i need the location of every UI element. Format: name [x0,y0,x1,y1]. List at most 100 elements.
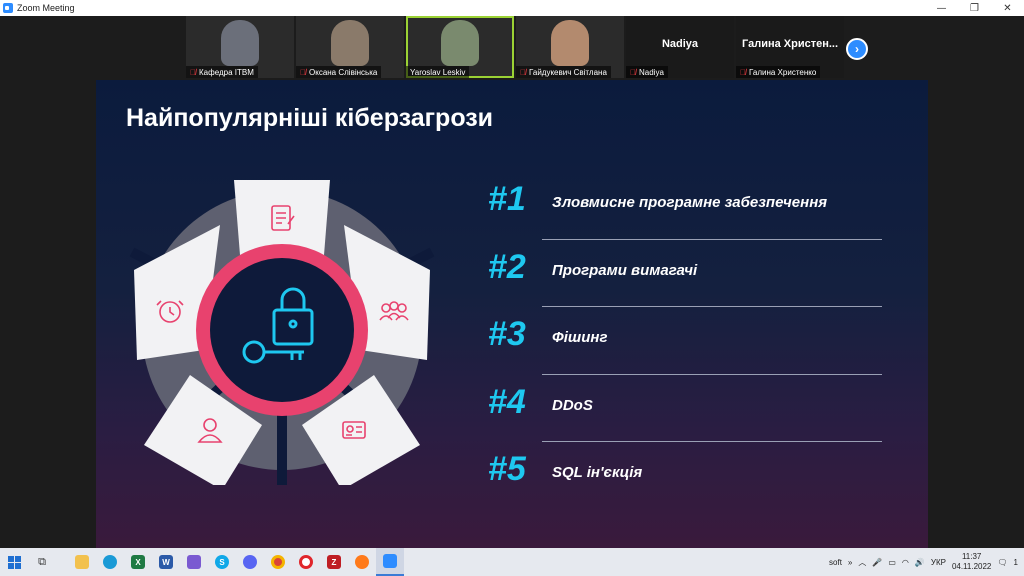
participant-display-name: Nadiya [661,38,699,50]
participant-name-bar: 🎙̸ Nadiya [626,66,668,78]
threat-label: Фішинг [552,329,608,346]
threat-list: #1 Зловмисне програмне забезпечення #2 П… [488,172,888,510]
threat-rank: #5 [488,450,526,488]
window-title: Zoom Meeting [17,3,75,13]
clock-date: 04.11.2022 [951,562,992,571]
folder-icon [75,555,89,569]
discord-icon [243,555,257,569]
slide-title: Найпопулярніші кіберзагрози [126,104,494,132]
close-button[interactable]: ✕ [991,0,1024,16]
participant-name-bar: Yaroslav Leskiv [406,66,470,78]
firefox-button[interactable] [348,548,376,576]
excel-icon: X [131,555,145,569]
minimize-button[interactable]: — [925,0,958,16]
mic-muted-icon: 🎙̸ [300,67,306,77]
threat-rank: #1 [488,180,526,218]
tray-label[interactable]: soft [829,558,842,567]
clock[interactable]: 11:37 04.11.2022 [952,552,991,572]
store-icon [187,555,201,569]
participant-video [331,20,369,66]
chrome-button[interactable] [264,548,292,576]
meeting-stage: 🎙̸ Кафедра ІТВМ 🎙̸ Оксана Слівінська Yar… [0,16,1024,548]
task-view-icon: ⧉ [38,555,46,568]
mic-muted-icon: 🎙̸ [520,67,526,77]
threat-item: #5 SQL ін'єкція [488,442,888,510]
opera-button[interactable] [292,548,320,576]
shared-slide: Найпопулярніші кіберзагрози #1 Зловмисне… [96,80,928,548]
zoom-app-icon [3,3,13,13]
start-button[interactable] [0,548,28,576]
participant-name-bar: 🎙̸ Кафедра ІТВМ [186,66,258,78]
participant-name: Гайдукевич Світлана [529,67,607,77]
restore-button[interactable]: ❐ [958,0,991,16]
clock-time: 11:37 [961,552,982,561]
participant-name: Кафедра ІТВМ [199,67,254,77]
battery-icon[interactable]: ▭ [888,558,896,567]
word-icon: W [159,555,173,569]
excel-button[interactable]: X [124,548,152,576]
tray-overflow-chevron[interactable]: » [848,558,852,567]
participant-name-bar: 🎙̸ Галина Христенко [736,66,821,78]
edge-icon [103,555,117,569]
mic-muted-icon: 🎙̸ [740,67,746,77]
filezilla-button[interactable]: Z [320,548,348,576]
participant-strip: 🎙̸ Кафедра ІТВМ 🎙̸ Оксана Слівінська Yar… [186,16,844,78]
participant-video [441,20,479,66]
threat-wheel-graphic [129,180,435,485]
store-button[interactable] [180,548,208,576]
participant-tile[interactable]: 🎙̸ Кафедра ІТВМ [186,16,294,78]
mic-muted-icon: 🎙̸ [190,67,196,77]
filezilla-icon: Z [327,555,341,569]
participant-name: Yaroslav Leskiv [410,67,466,77]
threat-item: #4 DDoS [488,375,888,442]
edge-button[interactable] [96,548,124,576]
participant-name-bar: 🎙̸ Оксана Слівінська [296,66,382,78]
threat-rank: #3 [488,315,526,353]
threat-label: SQL ін'єкція [552,464,643,481]
participant-display-name: Галина Христен... [742,38,839,50]
window-titlebar: Zoom Meeting — ❐ ✕ [0,0,1024,16]
wifi-icon[interactable]: ◠ [902,558,909,567]
threat-label: DDoS [552,396,593,414]
system-tray: soft » ︿ 🎤 ▭ ◠ 🔊 УКР 11:37 04.11.2022 🗨 … [829,548,1024,576]
skype-button[interactable]: S [208,548,236,576]
show-hidden-icons-icon[interactable]: ︿ [858,557,866,568]
participant-video [551,20,589,66]
threat-label: Програми вимагачі [552,261,698,279]
windows-logo-icon [7,555,21,569]
mic-muted-icon: 🎙̸ [630,67,636,77]
next-page-button[interactable]: › [846,38,868,60]
participant-tile-active-speaker[interactable]: Yaroslav Leskiv [406,16,514,78]
zoom-icon [383,554,397,568]
participant-name-bar: 🎙̸ Гайдукевич Світлана [516,66,611,78]
threat-item: #2 Програми вимагачі [488,240,888,307]
threat-item: #3 Фішинг [488,307,888,375]
chevron-right-icon: › [855,42,859,56]
participant-tile[interactable]: Nadiya 🎙̸ Nadiya [626,16,734,78]
participant-name: Nadiya [639,67,664,77]
volume-icon[interactable]: 🔊 [915,558,925,567]
participant-name: Оксана Слівінська [309,67,378,77]
task-view-button[interactable]: ⧉ [28,548,56,576]
language-indicator[interactable]: УКР [931,558,946,567]
participant-tile[interactable]: Галина Христен... 🎙̸ Галина Христенко [736,16,844,78]
file-explorer-button[interactable] [68,548,96,576]
threat-label: Зловмисне програмне забезпечення [552,194,828,211]
skype-icon: S [215,555,229,569]
zoom-button[interactable] [376,548,404,576]
threat-rank: #2 [488,247,526,286]
windows-taskbar: ⧉ X W S Z soft » ︿ 🎤 ▭ ◠ 🔊 УКР 11:37 04.… [0,548,1024,576]
threat-item: #1 Зловмисне програмне забезпечення [488,172,888,240]
word-button[interactable]: W [152,548,180,576]
firefox-icon [355,555,369,569]
notification-count: 1 [1013,557,1018,567]
participant-name: Галина Христенко [749,67,817,77]
participant-tile[interactable]: 🎙̸ Гайдукевич Світлана [516,16,624,78]
participant-tile[interactable]: 🎙̸ Оксана Слівінська [296,16,404,78]
participant-video [221,20,259,66]
notifications-icon[interactable]: 🗨 [997,558,1007,567]
discord-button[interactable] [236,548,264,576]
microphone-icon[interactable]: 🎤 [872,558,882,567]
opera-icon [299,555,313,569]
chrome-icon [271,555,285,569]
